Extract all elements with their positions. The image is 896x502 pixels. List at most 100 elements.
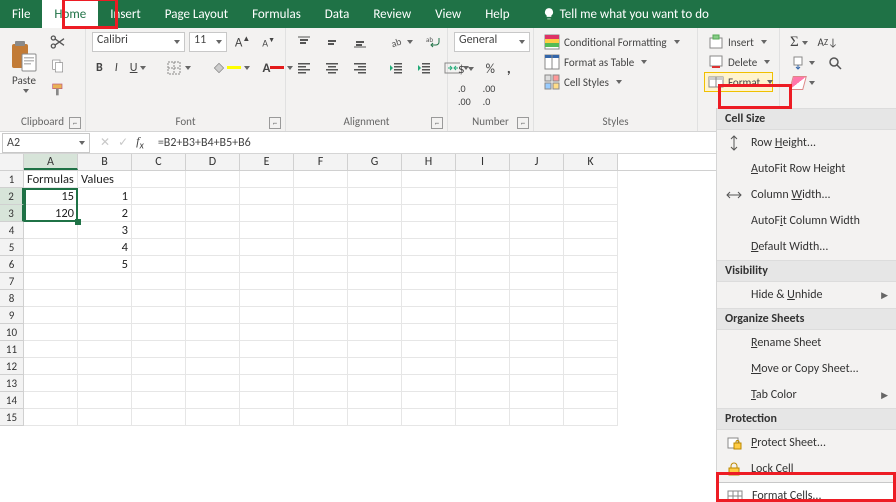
cell-I4[interactable] [456,222,510,239]
row-header-5[interactable]: 5 [0,239,24,256]
cell-J7[interactable] [510,273,564,290]
column-header-A[interactable]: A [24,154,78,170]
sort-filter-button[interactable]: AZ↓ [816,33,840,53]
menu-hide-unhide[interactable]: Hide & Unhide▶ [717,282,896,308]
column-header-F[interactable]: F [294,154,348,170]
cell-H9[interactable] [402,307,456,324]
increase-indent-button[interactable] [412,58,436,78]
wrap-text-button[interactable]: ab [421,32,445,52]
cell-E15[interactable] [240,409,294,426]
cell-D15[interactable] [186,409,240,426]
cell-K10[interactable] [564,324,618,341]
font-name-select[interactable]: Calibri [92,32,185,52]
row-header-11[interactable]: 11 [0,341,24,358]
cell-A15[interactable] [24,409,78,426]
cell-C15[interactable] [132,409,186,426]
cell-F10[interactable] [294,324,348,341]
cell-F14[interactable] [294,392,348,409]
align-right-button[interactable] [348,58,372,78]
format-cells-button[interactable]: Format [704,72,773,92]
cell-J3[interactable] [510,205,564,222]
cell-H1[interactable] [402,171,456,188]
cell-A3[interactable]: 120 [24,205,78,222]
cell-K11[interactable] [564,341,618,358]
tab-home[interactable]: Home [42,0,98,28]
cell-I8[interactable] [456,290,510,307]
bold-button[interactable]: B [92,59,107,77]
cell-H13[interactable] [402,375,456,392]
cell-B1[interactable]: Values [78,171,132,188]
cell-H2[interactable] [402,188,456,205]
cell-C3[interactable] [132,205,186,222]
cell-J2[interactable] [510,188,564,205]
cell-E2[interactable] [240,188,294,205]
cell-I13[interactable] [456,375,510,392]
cell-F13[interactable] [294,375,348,392]
cell-B6[interactable]: 5 [78,256,132,273]
cell-I9[interactable] [456,307,510,324]
cell-D6[interactable] [186,256,240,273]
insert-cells-button[interactable]: Insert [704,32,773,52]
cut-button[interactable] [46,32,70,52]
cell-B14[interactable] [78,392,132,409]
align-center-button[interactable] [320,58,344,78]
menu-tab-color[interactable]: Tab Color▶ [717,382,896,408]
cell-H6[interactable] [402,256,456,273]
tab-view[interactable]: View [423,0,473,28]
column-header-E[interactable]: E [240,154,294,170]
format-painter-button[interactable] [46,80,70,100]
name-box[interactable]: A2 [2,133,90,153]
cell-E1[interactable] [240,171,294,188]
cell-E3[interactable] [240,205,294,222]
cell-styles-button[interactable]: Cell Styles [540,72,691,92]
cell-E13[interactable] [240,375,294,392]
cell-D2[interactable] [186,188,240,205]
cell-H14[interactable] [402,392,456,409]
find-select-button[interactable] [823,53,847,73]
tab-help[interactable]: Help [473,0,521,28]
cell-D8[interactable] [186,290,240,307]
cell-A12[interactable] [24,358,78,375]
number-dialog-launcher[interactable]: ⌐ [517,117,529,129]
cell-E14[interactable] [240,392,294,409]
cell-J11[interactable] [510,341,564,358]
font-dialog-launcher[interactable]: ⌐ [269,117,281,129]
cell-A14[interactable] [24,392,78,409]
row-header-10[interactable]: 10 [0,324,24,341]
cell-A9[interactable] [24,307,78,324]
cell-E9[interactable] [240,307,294,324]
cell-I11[interactable] [456,341,510,358]
delete-cells-button[interactable]: Delete [704,52,773,72]
cell-A5[interactable] [24,239,78,256]
cell-H8[interactable] [402,290,456,307]
cell-A10[interactable] [24,324,78,341]
clipboard-dialog-launcher[interactable]: ⌐ [69,117,81,129]
align-middle-button[interactable] [320,32,344,52]
cell-K8[interactable] [564,290,618,307]
orientation-button[interactable]: ab [384,32,417,52]
cell-B3[interactable]: 2 [78,205,132,222]
row-header-8[interactable]: 8 [0,290,24,307]
cell-D5[interactable] [186,239,240,256]
cell-A2[interactable]: 15 [24,188,78,205]
column-header-I[interactable]: I [456,154,510,170]
cell-K14[interactable] [564,392,618,409]
column-header-G[interactable]: G [348,154,402,170]
column-header-B[interactable]: B [78,154,132,170]
cell-G3[interactable] [348,205,402,222]
enter-formula-button[interactable]: ✓ [118,135,128,150]
cell-H7[interactable] [402,273,456,290]
cell-A1[interactable]: Formulas [24,171,78,188]
increase-font-button[interactable]: A▲ [231,32,254,52]
cell-H15[interactable] [402,409,456,426]
cell-C11[interactable] [132,341,186,358]
cell-D3[interactable] [186,205,240,222]
cell-G9[interactable] [348,307,402,324]
cell-D9[interactable] [186,307,240,324]
cell-J13[interactable] [510,375,564,392]
cell-F15[interactable] [294,409,348,426]
cell-B7[interactable] [78,273,132,290]
tab-data[interactable]: Data [313,0,362,28]
cell-E10[interactable] [240,324,294,341]
column-header-C[interactable]: C [132,154,186,170]
